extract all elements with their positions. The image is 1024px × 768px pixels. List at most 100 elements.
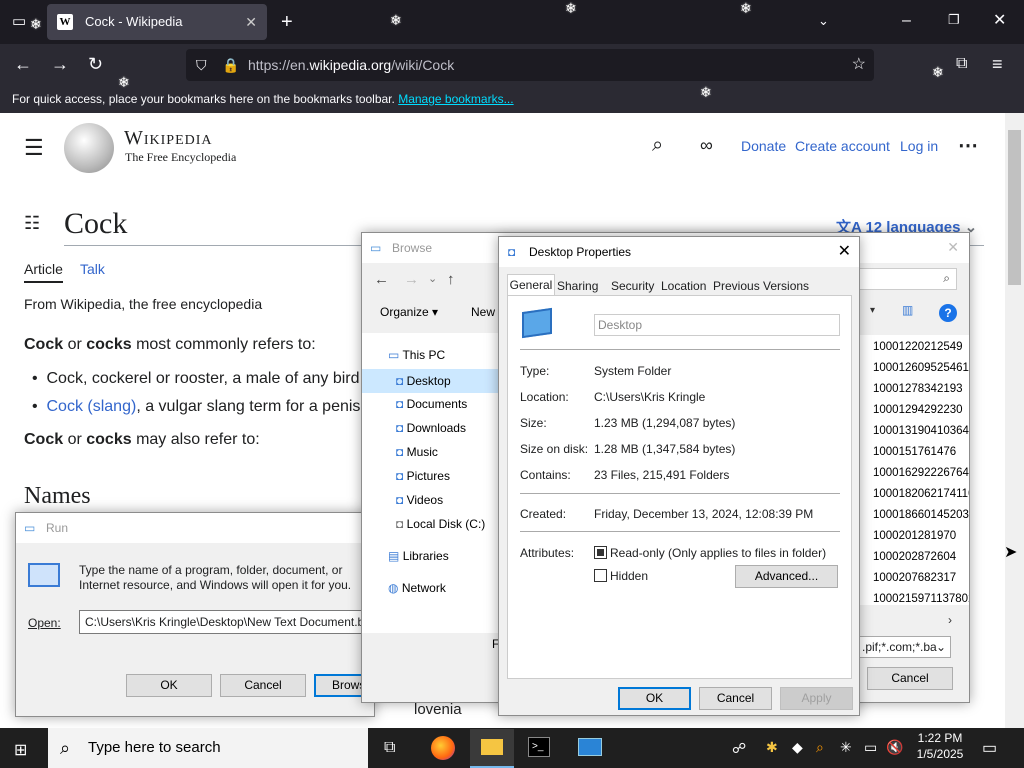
- tree-this-pc[interactable]: ▭ This PC: [388, 348, 445, 362]
- file-list-item[interactable]: 10001260952546125: [873, 358, 969, 379]
- new-folder-button[interactable]: New folder: [471, 305, 497, 319]
- properties-cancel-button[interactable]: Cancel: [699, 687, 772, 710]
- organize-button[interactable]: Organize ▾: [380, 305, 438, 319]
- browse-up-icon[interactable]: ↑: [447, 271, 455, 288]
- task-view-icon[interactable]: ⧉: [384, 739, 395, 757]
- app-menu-icon[interactable]: ≡: [992, 55, 1003, 73]
- start-windows-icon[interactable]: ⊞: [14, 740, 27, 760]
- properties-close-icon[interactable]: ✕: [838, 241, 851, 261]
- create-account-link[interactable]: Create account: [795, 138, 890, 154]
- tray-app-icon[interactable]: ✱: [766, 739, 778, 756]
- view-options-chevron-icon[interactable]: ▾: [870, 305, 875, 316]
- tree-network[interactable]: ◍ Network: [388, 581, 446, 595]
- restore-icon[interactable]: ❐: [948, 13, 960, 26]
- file-list-item[interactable]: 10002159711378021: [873, 589, 969, 605]
- taskbar-search-box[interactable]: ⌕ Type here to search: [48, 728, 368, 768]
- tree-videos[interactable]: ◘ Videos: [396, 493, 443, 507]
- file-list-item[interactable]: 10001220212549: [873, 337, 969, 358]
- browser-tab[interactable]: W Cock - Wikipedia ✕: [47, 4, 267, 40]
- tray-star-icon[interactable]: ✳: [840, 739, 852, 756]
- tab-previous-versions[interactable]: Previous Versions: [713, 277, 809, 296]
- tab-sharing[interactable]: Sharing: [557, 277, 598, 296]
- file-list-item[interactable]: 1000151761476: [873, 442, 969, 463]
- browse-close-icon[interactable]: ✕: [947, 239, 959, 256]
- file-list-item[interactable]: 10001319041036435: [873, 421, 969, 442]
- tree-music[interactable]: ◘ Music: [396, 445, 438, 459]
- window-close-icon[interactable]: ✕: [993, 13, 1006, 29]
- browse-cancel-button[interactable]: Cancel: [867, 667, 953, 690]
- page-scrollbar-thumb[interactable]: [1008, 130, 1021, 285]
- toc-icon[interactable]: ☷: [24, 213, 40, 234]
- browse-search-box[interactable]: ⌕: [859, 268, 957, 290]
- back-icon[interactable]: ←: [14, 55, 32, 73]
- login-link[interactable]: Log in: [900, 138, 938, 154]
- manage-bookmarks-link[interactable]: Manage bookmarks...: [398, 92, 513, 106]
- minimize-icon[interactable]: –: [902, 13, 911, 29]
- wikipedia-wordmark[interactable]: Wikipedia: [124, 127, 213, 150]
- shield-icon[interactable]: ⛉: [196, 49, 207, 81]
- advanced-button[interactable]: Advanced...: [735, 565, 838, 588]
- dropbox-icon[interactable]: ◆: [792, 739, 803, 756]
- tab-talk[interactable]: Talk: [80, 261, 105, 277]
- browse-recent-chevron-icon[interactable]: ⌄: [428, 272, 437, 285]
- run-cancel-button[interactable]: Cancel: [220, 674, 306, 697]
- appearance-icon[interactable]: ∞: [700, 135, 713, 156]
- extensions-icon[interactable]: ⧉: [956, 56, 967, 72]
- cock-slang-link[interactable]: Cock (slang): [47, 398, 137, 415]
- properties-apply-button[interactable]: Apply: [780, 687, 853, 710]
- file-list-item[interactable]: 1000202872604: [873, 547, 969, 568]
- tray-search-icon[interactable]: ⌕: [816, 739, 824, 756]
- tree-documents[interactable]: ◘ Documents: [396, 397, 467, 411]
- tab-tray-icon[interactable]: ▭: [12, 14, 26, 29]
- donate-link[interactable]: Donate: [741, 138, 786, 154]
- file-type-select[interactable]: .pif;*.com;*.ba ⌄: [859, 636, 951, 658]
- file-list-item[interactable]: 1000207682317: [873, 568, 969, 589]
- tree-libraries[interactable]: ▤ Libraries: [388, 549, 449, 563]
- file-list-item[interactable]: 1000201281970: [873, 526, 969, 547]
- tree-downloads[interactable]: ◘ Downloads: [396, 421, 466, 435]
- clock[interactable]: 1:22 PM 1/5/2025: [912, 731, 968, 761]
- run-ok-button[interactable]: OK: [126, 674, 212, 697]
- reload-icon[interactable]: ↻: [88, 55, 103, 73]
- browse-back-icon[interactable]: ←: [374, 271, 389, 288]
- network-tray-icon[interactable]: ▭: [864, 739, 877, 756]
- file-list-item[interactable]: 10001629222676471: [873, 463, 969, 484]
- wikipedia-globe-logo[interactable]: [64, 123, 114, 173]
- people-icon[interactable]: ☍: [732, 740, 746, 757]
- tree-pictures[interactable]: ◘ Pictures: [396, 469, 450, 483]
- readonly-checkbox[interactable]: [594, 546, 607, 559]
- tree-desktop[interactable]: ◘ Desktop: [362, 369, 502, 393]
- main-menu-icon[interactable]: ☰: [24, 135, 44, 161]
- list-tabs-chevron-icon[interactable]: ⌄: [818, 14, 829, 27]
- file-list-item[interactable]: 10001294292230: [873, 400, 969, 421]
- properties-ok-button[interactable]: OK: [618, 687, 691, 710]
- file-explorer-taskbar-button[interactable]: [470, 729, 514, 768]
- notifications-icon[interactable]: ▭: [982, 738, 997, 758]
- file-list-scroll-right-icon[interactable]: ›: [948, 613, 952, 627]
- firefox-taskbar-icon[interactable]: [431, 736, 455, 760]
- file-list-item[interactable]: 10001866014520362: [873, 505, 969, 526]
- forward-icon[interactable]: →: [51, 55, 69, 73]
- url-bar[interactable]: ⛉ 🔒 https://en.wikipedia.org/wiki/Cock ☆: [186, 49, 874, 81]
- tab-location[interactable]: Location: [661, 277, 706, 296]
- help-icon[interactable]: ?: [939, 304, 957, 322]
- lock-icon[interactable]: 🔒: [222, 49, 239, 81]
- search-icon[interactable]: ⌕: [652, 134, 663, 157]
- open-input[interactable]: C:\Users\Kris Kringle\Desktop\New Text D…: [79, 610, 375, 634]
- folder-name-input[interactable]: Desktop: [594, 314, 840, 336]
- file-list-item[interactable]: 10001278342193: [873, 379, 969, 400]
- run-taskbar-icon[interactable]: [578, 738, 602, 756]
- tab-close-icon[interactable]: ✕: [245, 4, 257, 40]
- tab-article[interactable]: Article: [24, 261, 63, 283]
- preview-pane-icon[interactable]: ▥: [902, 303, 913, 317]
- file-list-item[interactable]: 10001820621741106: [873, 484, 969, 505]
- terminal-taskbar-icon[interactable]: >_: [528, 737, 550, 757]
- hidden-checkbox[interactable]: [594, 569, 607, 582]
- tree-local-disk[interactable]: ◘ Local Disk (C:): [396, 517, 485, 531]
- new-tab-icon[interactable]: +: [281, 12, 293, 32]
- browse-forward-icon[interactable]: →: [404, 271, 419, 288]
- volume-muted-icon[interactable]: 🔇: [886, 739, 903, 756]
- more-options-icon[interactable]: ⋯: [958, 133, 978, 158]
- tab-general[interactable]: General: [507, 274, 555, 296]
- tab-security[interactable]: Security: [611, 277, 654, 296]
